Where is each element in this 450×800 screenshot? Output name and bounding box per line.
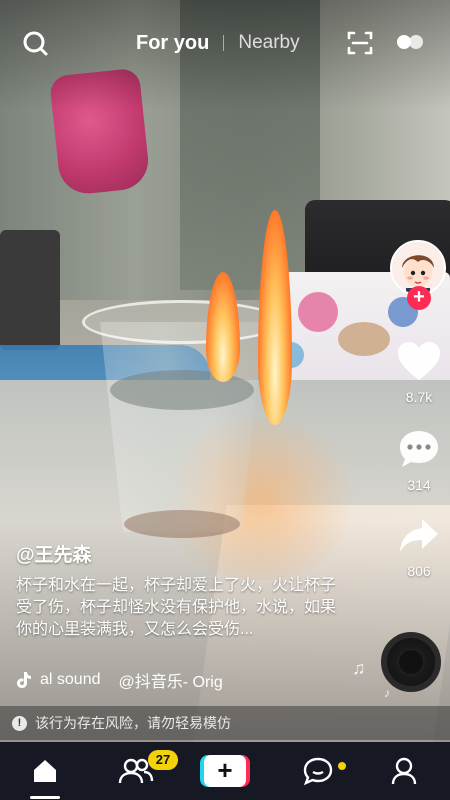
live-button[interactable] bbox=[394, 30, 426, 54]
inbox-notification-dot bbox=[338, 762, 346, 770]
share-count: 806 bbox=[407, 563, 431, 579]
video-dark-bag bbox=[0, 230, 60, 350]
share-arrow-icon bbox=[400, 519, 438, 552]
tab-divider bbox=[223, 35, 225, 51]
author-avatar-button[interactable]: + bbox=[390, 240, 448, 310]
warning-icon: ! bbox=[12, 715, 27, 731]
tiktok-note-icon bbox=[17, 672, 31, 688]
friends-notification-badge: 27 bbox=[148, 750, 178, 770]
nav-home[interactable] bbox=[22, 748, 68, 794]
follow-button[interactable]: + bbox=[407, 286, 431, 310]
profile-icon bbox=[391, 757, 417, 785]
inbox-chat-icon bbox=[303, 757, 333, 786]
top-bar: For you Nearby bbox=[0, 22, 450, 62]
home-active-indicator bbox=[30, 796, 60, 799]
nav-profile[interactable] bbox=[382, 748, 426, 794]
search-button[interactable] bbox=[18, 26, 52, 60]
music-info[interactable]: al sound @抖音乐- Orig bbox=[16, 668, 256, 692]
home-icon bbox=[34, 760, 56, 782]
share-button[interactable]: 806 bbox=[378, 516, 450, 579]
music-note-icon: ♫ bbox=[352, 658, 366, 678]
music-source: @抖音乐- Orig bbox=[118, 674, 223, 691]
scan-button[interactable] bbox=[345, 28, 375, 58]
like-button[interactable]: 8.7k bbox=[378, 340, 450, 405]
tab-for-you[interactable]: For you bbox=[136, 32, 209, 55]
video-description[interactable]: 杯子和水在一起，杯子却爱上了火，火让杯子受了伤，杯子却怪水没有保护他，水说，如果… bbox=[16, 575, 336, 641]
feed-tabs: For you Nearby bbox=[136, 28, 300, 58]
music-disc-icon bbox=[399, 650, 423, 674]
video-glass bbox=[82, 300, 282, 540]
music-original-sound: al sound bbox=[40, 671, 101, 688]
action-rail: + 8.7k 314 806 bbox=[378, 240, 450, 620]
comment-count: 314 bbox=[407, 477, 431, 493]
author-username[interactable]: @王先森 bbox=[16, 540, 336, 567]
risk-warning-banner: ! 该行为存在风险，请勿轻易模仿 bbox=[0, 706, 450, 740]
create-button[interactable]: + bbox=[196, 748, 254, 794]
nav-inbox[interactable] bbox=[296, 748, 340, 794]
create-plus-icon: + bbox=[200, 755, 250, 787]
tab-nearby[interactable]: Nearby bbox=[238, 32, 299, 54]
scan-icon bbox=[347, 31, 373, 55]
heart-icon bbox=[398, 342, 440, 380]
bottom-nav: 27 + bbox=[0, 742, 450, 800]
search-icon bbox=[23, 31, 48, 56]
live-icon bbox=[397, 35, 423, 49]
video-caption: @王先森 杯子和水在一起，杯子却爱上了火，火让杯子受了伤，杯子却怪水没有保护他，… bbox=[16, 540, 336, 641]
comment-icon bbox=[400, 431, 438, 467]
music-disc-button[interactable] bbox=[381, 632, 441, 692]
like-count: 8.7k bbox=[405, 389, 433, 405]
music-note-small-icon: ♪ bbox=[384, 686, 390, 700]
risk-warning-text: 该行为存在风险，请勿轻易模仿 bbox=[35, 715, 231, 731]
comment-button[interactable]: 314 bbox=[378, 428, 450, 493]
